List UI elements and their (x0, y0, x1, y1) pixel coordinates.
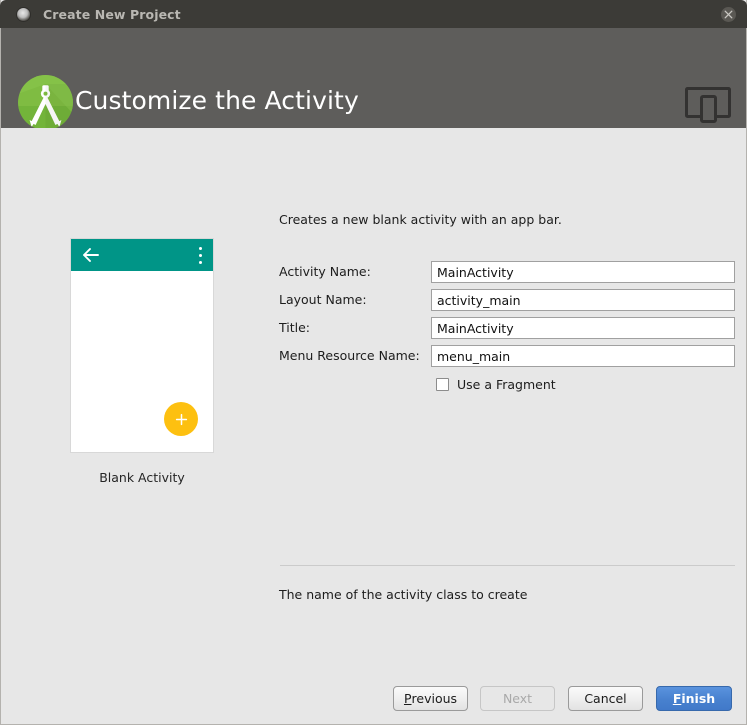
plus-icon (164, 402, 198, 436)
close-icon[interactable] (721, 7, 736, 22)
activity-preview[interactable]: Blank Activity (70, 238, 214, 485)
field-row-activity-name: Activity Name: (279, 261, 735, 283)
dialog-body: Blank Activity Creates a new blank activ… (1, 128, 746, 724)
page-title: Customize the Activity (75, 86, 359, 115)
activity-name-label: Activity Name: (279, 264, 371, 279)
previous-button[interactable]: Previous (393, 686, 468, 711)
tablet-phone-icon (684, 84, 732, 124)
dialog-header: Customize the Activity (1, 28, 746, 128)
finish-button-mnemonic: F (672, 691, 682, 706)
menu-resource-name-input[interactable] (431, 345, 735, 367)
activity-name-input[interactable] (431, 261, 735, 283)
form-description: Creates a new blank activity with an app… (279, 212, 562, 227)
activity-preview-card[interactable] (70, 238, 214, 453)
field-row-menu-resource-name: Menu Resource Name: (279, 345, 735, 367)
help-text: The name of the activity class to create (279, 587, 528, 602)
window-title: Create New Project (43, 6, 181, 22)
arrow-left-icon (82, 247, 99, 263)
finish-button-label: inish (681, 691, 716, 706)
next-button: Next (480, 686, 555, 711)
title-label: Title: (279, 320, 310, 335)
menu-resource-name-label: Menu Resource Name: (279, 348, 420, 363)
next-button-label: Next (502, 691, 533, 706)
create-new-project-dialog: Create New Project Customize the Activit… (0, 0, 747, 725)
dialog-footer: Previous Next Cancel Finish (1, 686, 746, 724)
window-titlebar: Create New Project (0, 0, 747, 28)
layout-name-label: Layout Name: (279, 292, 367, 307)
finish-button[interactable]: Finish (656, 686, 732, 711)
field-row-title: Title: (279, 317, 735, 339)
title-input[interactable] (431, 317, 735, 339)
use-fragment-checkbox[interactable] (436, 377, 449, 391)
dot-circle-icon (17, 7, 30, 21)
use-fragment-label: Use a Fragment (457, 376, 556, 392)
layout-name-input[interactable] (431, 289, 735, 311)
use-fragment-row: Use a Fragment (279, 374, 735, 394)
cancel-button-label: Cancel (584, 691, 627, 706)
cancel-button[interactable]: Cancel (568, 686, 643, 711)
help-separator (280, 565, 735, 566)
previous-button-label: revious (411, 691, 458, 706)
field-row-layout-name: Layout Name: (279, 289, 735, 311)
overflow-menu-icon (198, 247, 202, 264)
preview-appbar (71, 239, 213, 271)
previous-button-mnemonic: P (403, 691, 412, 706)
android-studio-logo-icon (18, 75, 73, 128)
activity-preview-caption: Blank Activity (99, 470, 185, 485)
